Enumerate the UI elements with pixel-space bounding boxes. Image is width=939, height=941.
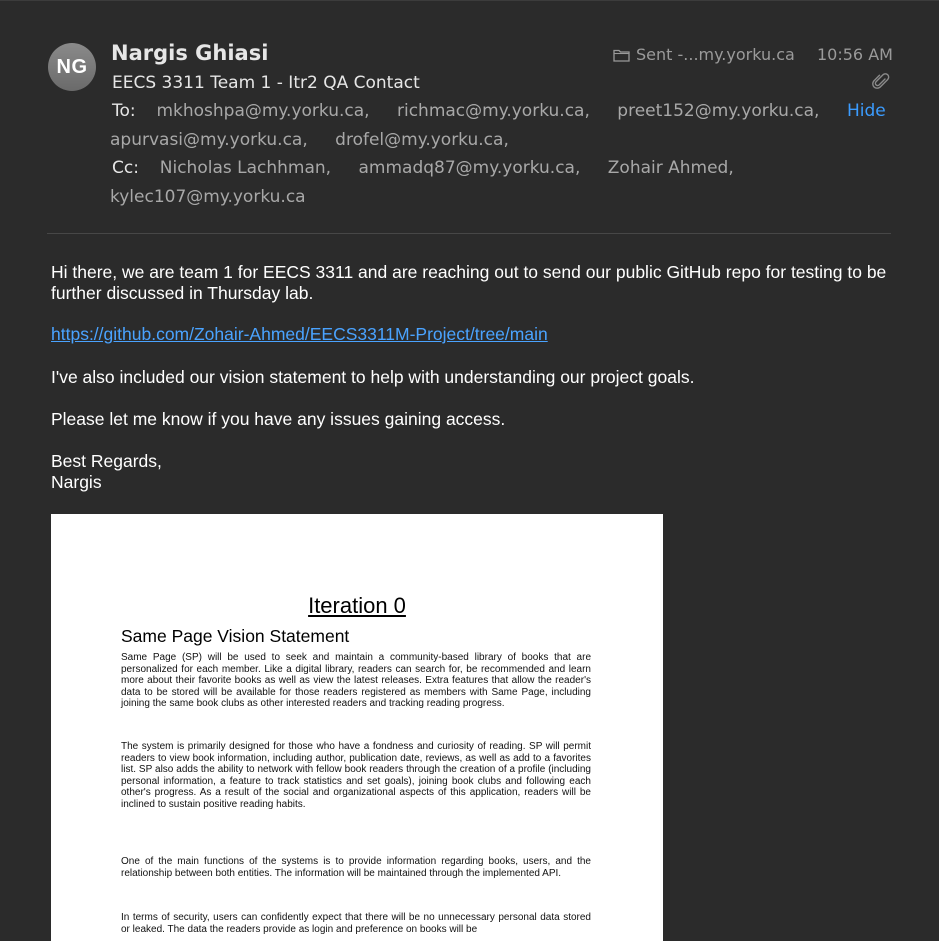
to-label: To: xyxy=(112,101,136,121)
document-heading: Same Page Vision Statement xyxy=(121,626,350,646)
cc-recipient[interactable]: kylec107@my.yorku.ca xyxy=(110,187,306,207)
cc-row: Cc: Nicholas Lachhman, ammadq87@my.yorku… xyxy=(112,158,756,178)
sent-time: 10:56 AM xyxy=(817,45,893,64)
to-row: To: mkhoshpa@my.yorku.ca, richmac@my.yor… xyxy=(112,101,841,121)
cc-label: Cc: xyxy=(112,158,139,178)
cc-recipient[interactable]: ammadq87@my.yorku.ca, xyxy=(358,158,580,178)
message-signoff: Best Regards, xyxy=(51,451,162,471)
document-title: Iteration 0 xyxy=(308,593,406,618)
to-recipient[interactable]: mkhoshpa@my.yorku.ca, xyxy=(156,101,369,121)
email-subject: EECS 3311 Team 1 - Itr2 QA Contact xyxy=(112,73,420,93)
message-paragraph: Please let me know if you have any issue… xyxy=(51,409,506,429)
sender-name[interactable]: Nargis Ghiasi xyxy=(111,41,268,65)
hide-details-button[interactable]: Hide xyxy=(847,101,886,121)
to-row-continued: apurvasi@my.yorku.ca, drofel@my.yorku.ca… xyxy=(110,130,531,150)
folder-icon xyxy=(613,48,630,62)
to-recipient[interactable]: preet152@my.yorku.ca, xyxy=(617,101,819,121)
attachment-preview[interactable]: Iteration 0 Same Page Vision Statement S… xyxy=(51,514,663,941)
document-paragraph: Same Page (SP) will be used to seek and … xyxy=(121,652,591,710)
header-divider xyxy=(47,233,891,234)
document-paragraph: The system is primarily designed for tho… xyxy=(121,741,591,810)
mailbox-label: Sent -...my.yorku.ca xyxy=(636,45,795,64)
to-recipient[interactable]: richmac@my.yorku.ca, xyxy=(397,101,590,121)
to-recipient[interactable]: drofel@my.yorku.ca, xyxy=(335,130,509,150)
message-paragraph: Hi there, we are team 1 for EECS 3311 an… xyxy=(51,262,887,303)
to-recipient[interactable]: apurvasi@my.yorku.ca, xyxy=(110,130,308,150)
document-paragraph: In terms of security, users can confiden… xyxy=(121,912,591,935)
cc-recipient[interactable]: Zohair Ahmed, xyxy=(608,158,734,178)
cc-row-continued: kylec107@my.yorku.ca xyxy=(110,187,328,207)
document-paragraph: One of the main functions of the systems… xyxy=(121,856,591,879)
mailbox-indicator[interactable]: Sent -...my.yorku.ca xyxy=(613,45,795,64)
avatar: NG xyxy=(48,43,96,91)
github-link[interactable]: https://github.com/Zohair-Ahmed/EECS3311… xyxy=(51,324,548,345)
avatar-initials: NG xyxy=(56,55,88,78)
message-paragraph: I've also included our vision statement … xyxy=(51,367,695,387)
paperclip-icon[interactable] xyxy=(872,72,890,97)
message-signature: Nargis xyxy=(51,472,102,492)
cc-recipient[interactable]: Nicholas Lachhman, xyxy=(160,158,331,178)
window-top-border xyxy=(0,0,939,1)
